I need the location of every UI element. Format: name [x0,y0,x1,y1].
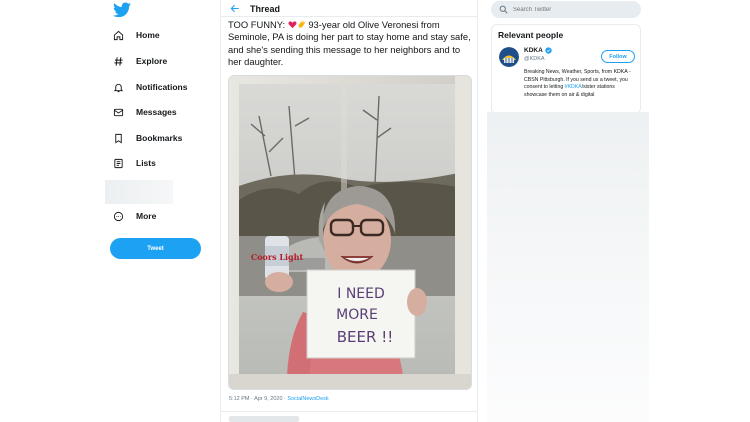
verified-badge-icon [545,47,552,54]
tweet-text-prefix: TOO FUNNY: [228,19,288,30]
search-icon [499,5,508,14]
more-circle-icon [110,208,126,224]
clapping-hands-emoji-icon [298,20,305,28]
left-navigation: Home Explore Notifications Messages Book… [104,0,214,422]
relevant-people-title: Relevant people [498,30,564,40]
nav-item-bookmarks[interactable]: Bookmarks [110,127,182,149]
thread-header: Thread [221,0,477,17]
thread-title: Thread [250,4,281,14]
blurred-overlay-panel [487,112,649,422]
relevant-person-handle: @KDKA [524,56,545,62]
tweet-timestamp: 5:12 PM · Apr 9, 2020 · [229,396,288,402]
beer-can-label: Coors Light [251,252,304,262]
sign-text-line-1: I NEED [337,286,385,302]
twitter-logo-icon[interactable] [113,2,131,18]
nav-label-more: More [136,211,157,221]
nav-label-explore: Explore [136,56,168,66]
blurred-stats [229,416,299,422]
red-heart-emoji-icon [288,21,297,29]
nav-label-messages: Messages [136,107,177,117]
tweet-photo[interactable]: Coors Light I NEED MORE BEER !! [228,75,472,390]
nav-item-notifications[interactable]: Notifications [110,76,187,98]
search-box[interactable] [491,1,641,18]
relevant-person-name[interactable]: KDKA [524,47,543,54]
bell-icon [110,79,126,95]
envelope-icon [110,104,126,120]
nav-item-lists[interactable]: Lists [110,152,156,174]
nav-label-lists: Lists [136,158,156,168]
bookmark-icon [110,130,126,146]
nav-item-messages[interactable]: Messages [110,101,177,123]
tweet-photo-image: Coors Light I NEED MORE BEER !! [229,76,471,389]
nav-label-bookmarks: Bookmarks [136,133,183,143]
nav-item-more[interactable]: More [110,205,156,227]
relevant-person-name-row: KDKA [524,47,552,54]
nav-label-home: Home [136,30,160,40]
avatar[interactable] [499,47,519,67]
tweet-button[interactable]: Tweet [110,238,201,259]
tweet-meta: 5:12 PM · Apr 9, 2020 · SocialNewsDesk [229,396,329,402]
tweet-stats-bar [221,411,477,422]
blurred-profile-item[interactable] [105,180,173,204]
hashtag-icon [110,53,126,69]
nav-item-explore[interactable]: Explore [110,50,167,72]
tweet-source-link[interactable]: SocialNewsDesk [287,396,328,402]
follow-button[interactable]: Follow [601,50,635,63]
bio-hashtag-link[interactable]: #KDKA [565,84,582,90]
list-icon [110,155,126,171]
sign-text-line-2: MORE [336,307,378,323]
nav-item-home[interactable]: Home [110,24,160,46]
back-arrow-icon[interactable] [229,3,241,14]
tweet-text: TOO FUNNY: 93-year old Olive Veronesi fr… [228,19,472,69]
kdka-logo-icon [499,47,519,67]
thread-column: Thread TOO FUNNY: 93-year old Olive Vero… [220,0,478,422]
sign-text-line-3: BEER !! [337,328,393,346]
relevant-person-bio: Breaking News, Weather, Sports, from KDK… [524,69,636,99]
home-icon [110,27,126,43]
nav-label-notifications: Notifications [136,82,188,92]
relevant-people-panel: Relevant people KDKA @KDKA Follow Breaki… [491,24,641,114]
search-input[interactable] [513,6,633,13]
